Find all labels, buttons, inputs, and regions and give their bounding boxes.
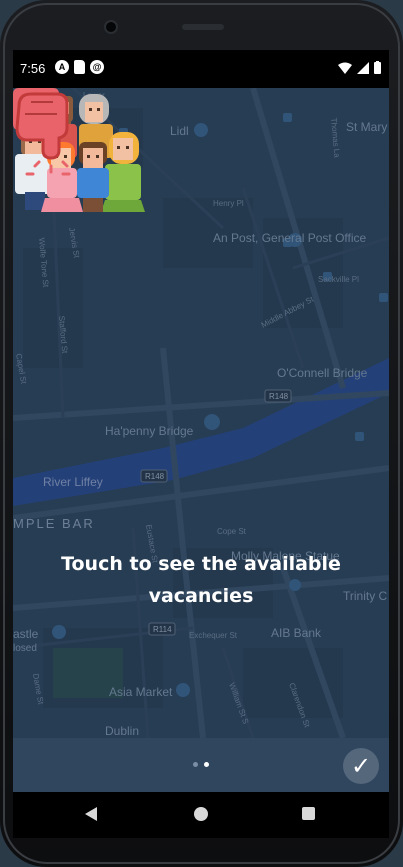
cellular-signal-icon	[357, 62, 369, 74]
back-icon[interactable]	[85, 807, 97, 821]
pointing-hand-icon	[15, 92, 71, 176]
wifi-icon	[338, 62, 352, 74]
home-icon[interactable]	[194, 807, 208, 821]
sync-icon: @	[90, 60, 104, 74]
phone-screen: 7:56 A @ Lidl St Mary An Post, General P…	[13, 50, 389, 838]
sd-card-icon	[74, 60, 85, 74]
front-camera	[104, 20, 118, 34]
page-indicator	[193, 762, 209, 767]
page-dot-1[interactable]	[193, 762, 198, 767]
phone-bezel: 7:56 A @ Lidl St Mary An Post, General P…	[0, 0, 403, 867]
recent-apps-icon[interactable]	[302, 807, 315, 820]
battery-icon	[374, 61, 381, 74]
page-dot-2-active[interactable]	[204, 762, 209, 767]
app-notification-icon: A	[55, 60, 69, 74]
android-navigation-bar	[13, 792, 389, 838]
onboarding-footer: ✓	[13, 738, 389, 792]
onboarding-message: Touch to see the available vacancies	[61, 553, 341, 607]
map-view[interactable]: Lidl St Mary An Post, General Post Offic…	[13, 88, 389, 738]
notification-icons: A @	[55, 60, 104, 74]
status-bar: 7:56 A @	[13, 50, 389, 88]
earpiece-speaker	[182, 24, 224, 30]
system-status-icons	[338, 61, 381, 74]
status-time: 7:56	[20, 61, 46, 76]
done-button[interactable]: ✓	[343, 748, 379, 784]
